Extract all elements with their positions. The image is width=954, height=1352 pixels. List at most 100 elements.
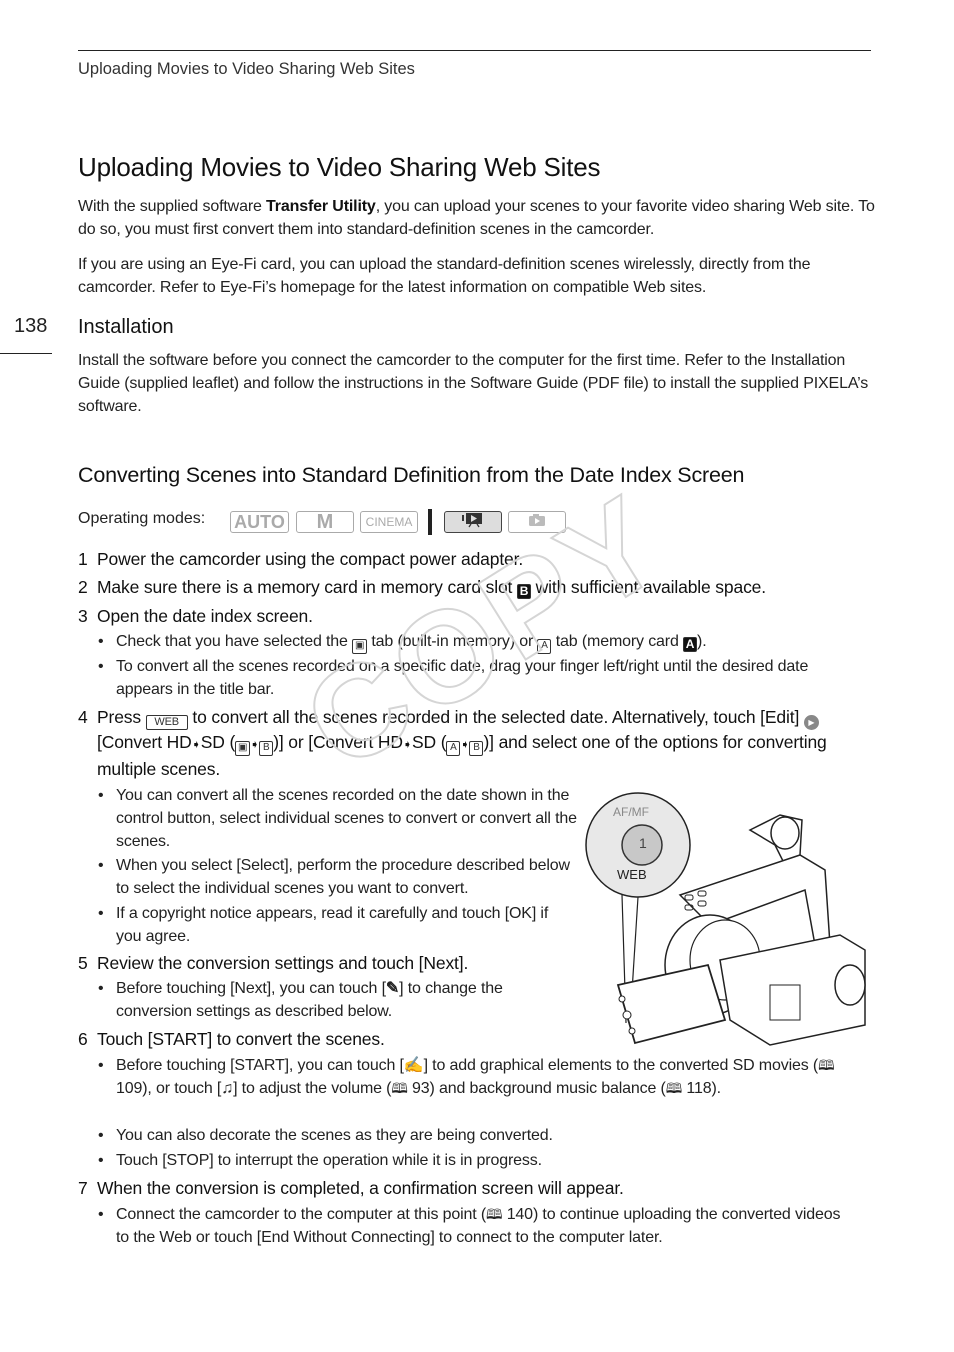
camcorder-drawing (585, 792, 866, 1046)
text: Check that you have selected the (116, 633, 353, 650)
book-reference-icon: 🕮 (665, 1080, 683, 1096)
text: With the supplied software (78, 198, 267, 215)
mode-cinema: CINEMA (360, 511, 418, 533)
arrow-icon: ➧ (402, 739, 412, 751)
bullet-text: Touch [STOP] to interrupt the operation … (116, 1152, 542, 1169)
built-in-memory-icon: ▣ (235, 741, 251, 756)
memory-card-a-tab-icon: A (537, 639, 552, 654)
web-label: WEB (617, 867, 647, 882)
text: Before touching [START], you can touch [ (116, 1057, 404, 1074)
book-reference-icon: 🕮 (818, 1057, 835, 1073)
step-text: Make sure there is a memory card in memo… (97, 575, 867, 599)
mode-manual: M (296, 511, 354, 533)
bullet-text: When you select [Select], perform the pr… (116, 857, 570, 897)
settings-icon: ✎ (385, 980, 400, 997)
installation-body: Install the software before you connect … (78, 352, 869, 415)
page-number: 138 (14, 315, 48, 337)
text: SD ( (411, 732, 447, 752)
bullet-text: Connect the camcorder to the computer at… (116, 1203, 856, 1249)
page-reference: 118 (686, 1080, 712, 1097)
memory-card-a-icon: A (446, 741, 461, 756)
decoration-icon: ✍ (403, 1057, 424, 1074)
button-number: 1 (639, 835, 647, 851)
bullet-text: You can also decorate the scenes as they… (116, 1127, 553, 1144)
step-text: Touch [START] to convert the scenes. (97, 1029, 385, 1049)
mode-playback-photo (508, 511, 566, 533)
text: Make sure there is a memory card in memo… (97, 577, 517, 597)
bullet: • (98, 787, 104, 804)
step-text: When the conversion is completed, a conf… (97, 1178, 624, 1198)
software-name: Transfer Utility (266, 198, 376, 215)
bullet-text: Before touching [START], you can touch [… (116, 1054, 856, 1100)
bullet: • (98, 980, 104, 997)
converting-heading: Converting Scenes into Standard Definiti… (78, 463, 745, 487)
page-reference: 109 (116, 1080, 143, 1097)
camcorder-illustration: AF/MF 1 WEB (580, 785, 880, 1055)
af-mf-label: AF/MF (613, 805, 649, 819)
bullet-text: If a copyright notice appears, read it c… (116, 905, 549, 945)
page-reference: 93 (412, 1080, 430, 1097)
arrow-circle-icon: ▶ (803, 715, 819, 730)
running-head: Uploading Movies to Video Sharing Web Si… (78, 60, 415, 78)
step-number: 3 (78, 606, 88, 626)
operating-modes-label: Operating modes: (78, 510, 206, 527)
text: [Convert HD (97, 732, 192, 752)
step-text: Power the camcorder using the compact po… (97, 549, 524, 569)
text: Press (97, 707, 146, 727)
built-in-memory-icon: ▣ (352, 639, 368, 654)
book-reference-icon: 🕮 (486, 1206, 503, 1222)
step-number: 5 (78, 953, 88, 973)
text: ). (711, 1080, 721, 1097)
mode-auto: AUTO (230, 511, 289, 533)
text: ] to adjust the volume ( (233, 1080, 392, 1097)
intro-paragraph-1: With the supplied software Transfer Util… (78, 195, 878, 241)
installation-heading: Installation (78, 316, 174, 338)
step-number: 2 (78, 577, 88, 597)
bullet-text: To convert all the scenes recorded on a … (116, 658, 809, 698)
text: tab (built-in memory) or (367, 633, 538, 650)
step-number: 7 (78, 1178, 88, 1198)
page-reference: 140 (506, 1206, 533, 1223)
text: SD ( (200, 732, 236, 752)
bullet-text: You can convert all the scenes recorded … (116, 787, 577, 850)
text: tab (memory card (551, 633, 684, 650)
header-rule (78, 50, 871, 51)
step-text: Review the conversion settings and touch… (97, 953, 469, 973)
bullet: • (98, 1127, 104, 1144)
step-number: 6 (78, 1029, 88, 1049)
text: Connect the camcorder to the computer at… (116, 1206, 487, 1223)
step-number: 1 (78, 549, 88, 569)
text: with sufficient available space. (530, 577, 766, 597)
memory-card-b-icon: B (469, 741, 484, 756)
card-slot-b-icon: B (516, 584, 531, 599)
memory-card-b-icon: B (259, 741, 274, 756)
photo-playback-icon (529, 514, 545, 526)
mode-playback-movie (444, 511, 502, 533)
bullet-text: Check that you have selected the ▣ tab (… (116, 630, 707, 654)
web-button-icon: WEB (145, 715, 188, 730)
intro-paragraph-2: If you are using an Eye-Fi card, you can… (78, 256, 811, 296)
mode-separator (428, 509, 432, 535)
arrow-icon: ➧ (460, 739, 470, 751)
text: to convert all the scenes recorded in th… (187, 707, 804, 727)
card-slot-a-icon: A (683, 637, 698, 652)
arrow-icon: ➧ (250, 739, 260, 751)
page-number-rule (0, 353, 52, 354)
text: ) and background music balance ( (429, 1080, 666, 1097)
text: )] or [Convert HD (273, 732, 403, 752)
movie-playback-icon (462, 513, 482, 528)
bullet: • (98, 905, 104, 922)
text: ). (697, 633, 707, 650)
text: ), or touch [ (142, 1080, 222, 1097)
bullet: • (98, 1206, 104, 1223)
page-title: Uploading Movies to Video Sharing Web Si… (78, 152, 601, 182)
text: ] to add graphical elements to the conve… (423, 1057, 819, 1074)
bullet: • (98, 857, 104, 874)
step-number: 4 (78, 707, 88, 727)
bullet: • (98, 658, 104, 675)
arrow-icon: ➧ (191, 739, 201, 751)
bullet: • (98, 1152, 104, 1169)
book-reference-icon: 🕮 (391, 1080, 408, 1096)
text: Before touching [Next], you can touch [ (116, 980, 386, 997)
bullet: • (98, 1057, 104, 1074)
